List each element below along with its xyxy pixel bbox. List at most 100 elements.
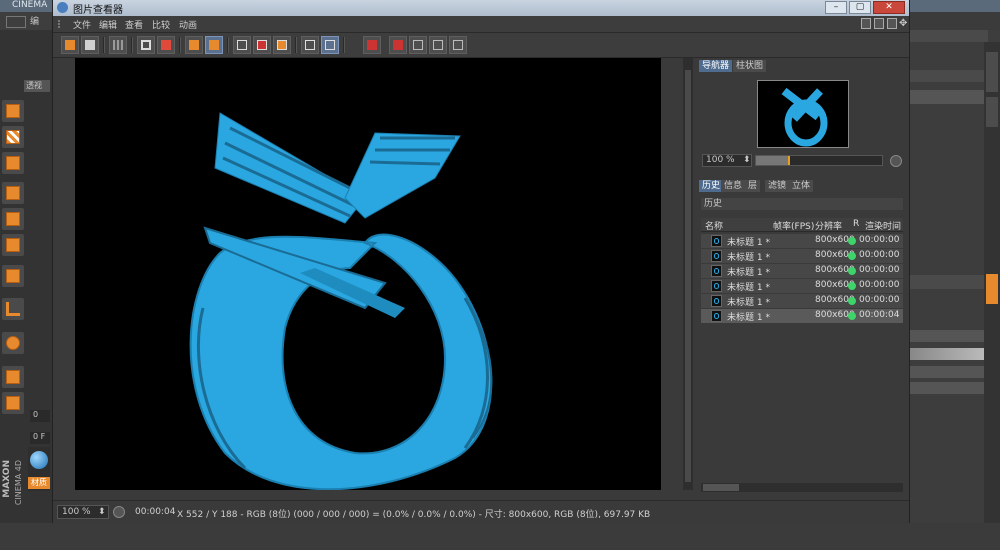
window-title: 图片查看器	[73, 5, 123, 16]
sculpt-tool-icon[interactable]	[2, 392, 24, 414]
split-vertical-icon[interactable]	[429, 36, 447, 54]
menu-edit[interactable]: 编辑	[99, 18, 117, 31]
object-row[interactable]	[910, 90, 988, 104]
maximize-button[interactable]: ▢	[849, 1, 871, 14]
history-scrollbar[interactable]	[701, 483, 903, 492]
navigator-thumbnail[interactable]	[757, 80, 849, 148]
tab-navigator[interactable]: 导航器	[699, 60, 733, 72]
frame-field-end[interactable]: 0 F	[30, 432, 50, 444]
minimize-button[interactable]: –	[825, 1, 847, 14]
window-titlebar[interactable]: 图片查看器 – ▢ ✕	[53, 0, 909, 16]
set-b-icon[interactable]	[389, 36, 407, 54]
pick-icon[interactable]	[137, 36, 155, 54]
col-render-time[interactable]: 渲染时间	[865, 219, 901, 232]
render-stop-icon[interactable]	[157, 36, 175, 54]
grid-view-icon[interactable]	[109, 36, 127, 54]
magnet-icon[interactable]	[2, 332, 24, 354]
material-preview[interactable]: 材质	[28, 447, 50, 491]
side-tab-active[interactable]	[986, 274, 998, 304]
menu-compare[interactable]: 比较	[152, 18, 170, 31]
grip-icon	[58, 20, 64, 28]
navigator-preview	[781, 87, 828, 147]
history-row[interactable]: 未标题 1 * 800x600 00:00:04	[701, 309, 903, 324]
render-viewport[interactable]	[75, 58, 661, 491]
axis-tool-icon[interactable]	[2, 298, 24, 320]
stepper-icon: ⬍	[743, 155, 751, 165]
side-tab[interactable]	[986, 52, 998, 92]
status-zoom-field[interactable]: 100 % ⬍	[57, 505, 109, 519]
history-row[interactable]: 未标题 1 * 800x600 00:00:00	[701, 249, 903, 264]
undo-icon[interactable]	[6, 16, 26, 28]
tab-history[interactable]: 历史	[699, 180, 724, 192]
object-row[interactable]	[910, 70, 988, 82]
col-r[interactable]: R	[853, 219, 859, 229]
viewport-scrollbar[interactable]	[683, 58, 693, 490]
slider-knob[interactable]	[787, 156, 790, 165]
checker-tool-icon[interactable]	[2, 126, 24, 148]
menu-animation[interactable]: 动画	[179, 18, 197, 31]
viewer-toolbar	[53, 33, 909, 58]
attribute-field[interactable]	[910, 366, 988, 378]
point-tool-icon[interactable]	[2, 182, 24, 204]
status-dot-icon	[848, 312, 856, 320]
tab-stereo[interactable]: 立体	[789, 180, 814, 192]
frame-field[interactable]: 0	[30, 410, 50, 422]
status-play-icon[interactable]	[113, 506, 125, 518]
attribute-field[interactable]	[910, 330, 988, 342]
new-panel-icon[interactable]	[874, 18, 884, 29]
stepper-icon: ⬍	[98, 507, 106, 517]
play-icon[interactable]	[890, 155, 902, 167]
col-fps[interactable]: 帧率(FPS)	[773, 219, 814, 232]
navigator-zoom-slider[interactable]	[755, 155, 883, 166]
attribute-slider[interactable]	[910, 348, 988, 360]
side-tab[interactable]	[986, 97, 998, 127]
frame-stop-icon[interactable]	[253, 36, 271, 54]
history-table-header: 名称 帧率(FPS) 分辨率 R 渲染时间	[701, 218, 903, 232]
cube-tool-icon[interactable]	[2, 100, 24, 122]
thumbnail-icon	[711, 250, 722, 262]
history-row[interactable]: 未标题 1 * 800x600 00:00:00	[701, 294, 903, 309]
attribute-field[interactable]	[910, 382, 988, 394]
main-menu-item[interactable]: 编	[30, 14, 39, 27]
set-a-icon[interactable]	[363, 36, 381, 54]
right-tab-strip	[984, 42, 1000, 523]
menu-view[interactable]: 查看	[125, 18, 143, 31]
viewport-label[interactable]: 透视	[24, 80, 50, 92]
tab-histogram[interactable]: 柱状图	[733, 60, 767, 72]
history-row[interactable]: 未标题 1 * 800x600 00:00:00	[701, 264, 903, 279]
difference-icon[interactable]	[449, 36, 467, 54]
material-label: 材质	[28, 477, 50, 489]
navigator-zoom-field[interactable]: 100 % ⬍	[702, 154, 752, 167]
col-name[interactable]: 名称	[705, 219, 723, 232]
tab-info[interactable]: 信息	[721, 180, 746, 192]
open-icon[interactable]	[61, 36, 79, 54]
region-render-active-icon[interactable]	[205, 36, 223, 54]
compare-active-icon[interactable]	[321, 36, 339, 54]
save-icon[interactable]	[81, 36, 99, 54]
main-left-toolbar: 透视 0 0 F 材质 MAXON CINEMA 4D	[0, 30, 52, 523]
close-button[interactable]: ✕	[873, 1, 905, 14]
compare-icon[interactable]	[301, 36, 319, 54]
layout-icon[interactable]	[861, 18, 871, 29]
split-icon[interactable]	[409, 36, 427, 54]
grid-tool-icon[interactable]	[2, 152, 24, 174]
polygon-tool-icon[interactable]	[2, 234, 24, 256]
row-render-time: 00:00:00	[859, 295, 900, 305]
history-row[interactable]: 未标题 1 * 800x600 00:00:00	[701, 234, 903, 249]
lock-grid-icon[interactable]	[2, 366, 24, 388]
tab-layers[interactable]: 层	[745, 180, 761, 192]
thumbnail-icon	[711, 265, 722, 277]
frame-icon[interactable]	[233, 36, 251, 54]
app-icon	[57, 2, 68, 13]
arrows-icon[interactable]: ✥	[899, 18, 907, 29]
history-row[interactable]: 未标题 1 * 800x600 00:00:00	[701, 279, 903, 294]
edge-tool-icon[interactable]	[2, 208, 24, 230]
frame-add-icon[interactable]	[273, 36, 291, 54]
tab-filter[interactable]: 滤镜	[765, 180, 790, 192]
status-bar: 100 % ⬍ 00:00:04 X 552 / Y 188 - RGB (8位…	[53, 500, 909, 524]
menu-file[interactable]: 文件	[73, 18, 91, 31]
region-render-icon[interactable]	[185, 36, 203, 54]
pin-icon[interactable]	[887, 18, 897, 29]
uv-tool-icon[interactable]	[2, 265, 24, 287]
col-resolution[interactable]: 分辨率	[815, 219, 842, 232]
